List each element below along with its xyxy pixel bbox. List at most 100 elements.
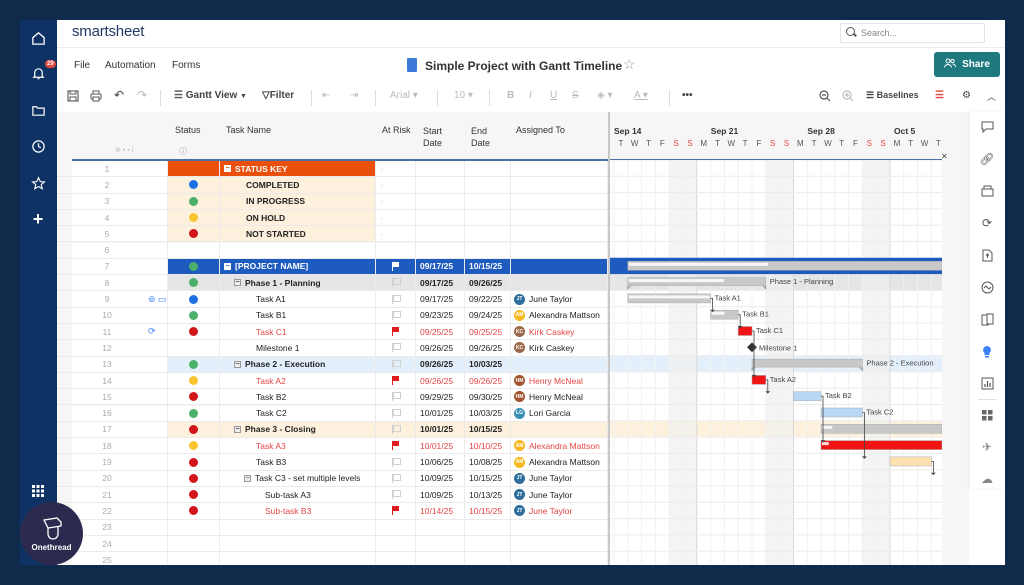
collapse-toolbar-icon[interactable]: ︿ [987, 90, 996, 103]
italic-icon[interactable]: I [529, 90, 532, 101]
cell-name[interactable]: Task A1 [220, 291, 376, 307]
table-row[interactable]: 4 ON HOLD - [57, 209, 608, 227]
cell-end[interactable]: 10/15/25 [465, 503, 511, 519]
flag-outline-icon[interactable] [391, 490, 401, 500]
table-row[interactable]: 6 [57, 242, 608, 259]
proofing-icon[interactable] [980, 184, 994, 198]
cell-assign[interactable] [511, 421, 608, 438]
cell-status[interactable] [168, 552, 220, 565]
cell-name[interactable] [220, 552, 376, 565]
text-color-icon[interactable]: A ▾ [634, 90, 648, 101]
cell-risk[interactable] [376, 552, 416, 565]
column-header-at-risk[interactable]: At Risk [382, 125, 411, 135]
baselines-button[interactable]: ☰ Baselines [866, 90, 919, 101]
cell-risk[interactable] [376, 503, 416, 519]
attachments-icon[interactable]: 🔗︎ [979, 152, 994, 166]
table-row[interactable]: 17 − Phase 3 - Closing 10/01/25 10/15/25 [57, 421, 608, 439]
more-options-icon[interactable]: ••• [682, 90, 693, 101]
cell-risk[interactable] [376, 438, 416, 454]
cell-start[interactable]: 09/26/25 [416, 372, 465, 389]
cell-status[interactable] [168, 226, 220, 242]
cell-start[interactable]: 09/17/25 [416, 275, 465, 291]
publish-icon[interactable] [980, 248, 994, 262]
cell-end[interactable] [465, 177, 511, 193]
column-header-assigned-to[interactable]: Assigned To [516, 125, 565, 135]
cell-assign[interactable]: JT June Taylor [511, 503, 608, 519]
cell-end[interactable] [465, 209, 511, 226]
search-input[interactable]: Search... [840, 23, 985, 43]
close-timeline-icon[interactable]: ✕ [941, 152, 948, 161]
sync-icon[interactable]: ⟳ [148, 326, 156, 337]
at-risk-flag-icon[interactable] [391, 506, 400, 516]
cell-name[interactable] [220, 242, 376, 258]
apps-grid-icon[interactable] [28, 481, 48, 501]
table-row[interactable]: 18 Task A3 10/01/25 10/10/25 AM Alexandra Mat… [57, 438, 608, 455]
sheet-summary-icon[interactable] [980, 312, 994, 326]
table-row[interactable]: 12 Milestone 1 09/26/25 09/26/25 KC Kirk Cask… [57, 340, 608, 357]
cell-name[interactable]: Task A3 [220, 438, 376, 454]
cell-start[interactable]: 10/01/25 [416, 438, 465, 454]
cell-start[interactable] [416, 161, 465, 177]
save-icon[interactable] [67, 90, 79, 105]
collapse-toggle-icon[interactable]: − [244, 474, 251, 482]
cell-end[interactable]: 10/15/25 [465, 421, 511, 438]
flag-outline-icon[interactable] [391, 359, 401, 369]
cell-end[interactable]: 09/26/25 [465, 275, 511, 291]
cell-start[interactable] [416, 535, 465, 552]
flag-outline-icon[interactable] [391, 392, 401, 402]
cell-name[interactable]: − Phase 2 - Execution [220, 356, 376, 372]
cell-status[interactable] [168, 242, 220, 258]
cell-assign[interactable] [511, 209, 608, 226]
connectors-icon[interactable]: ☁ [980, 472, 994, 486]
column-header-end-date[interactable]: End Date [471, 125, 501, 149]
gantt-view-dropdown[interactable]: ☰ Gantt View ▼ [174, 90, 247, 101]
smartsheet-logo[interactable]: smartsheet [72, 23, 144, 40]
cell-risk[interactable] [376, 405, 416, 421]
plus-icon[interactable]: + [28, 209, 48, 229]
cell-start[interactable]: 10/09/25 [416, 470, 465, 486]
filter-button[interactable]: ▽Filter [262, 90, 294, 101]
column-header-status[interactable]: Status [175, 125, 201, 135]
flag-outline-icon[interactable] [391, 310, 401, 320]
zoom-out-icon[interactable] [819, 90, 831, 105]
cell-start[interactable] [416, 552, 465, 565]
cell-risk[interactable] [376, 372, 416, 389]
table-row[interactable]: 20 − Task C3 - set multiple levels 10/09/25… [57, 470, 608, 487]
cell-start[interactable] [416, 209, 465, 226]
table-row[interactable]: 5 NOT STARTED - [57, 226, 608, 243]
cell-end[interactable]: 10/10/25 [465, 438, 511, 454]
cell-status[interactable] [168, 340, 220, 356]
table-row[interactable]: 10 Task B1 09/23/25 09/24/25 AM Alexandra Mat… [57, 307, 608, 324]
cell-status[interactable] [168, 291, 220, 307]
gantt-bar[interactable] [710, 309, 739, 320]
cell-end[interactable]: 09/26/25 [465, 372, 511, 389]
cell-start[interactable] [416, 242, 465, 258]
cell-name[interactable]: − Task C3 - set multiple levels [220, 470, 376, 486]
cell-name[interactable]: Task A2 [220, 372, 376, 389]
favorite-star-icon[interactable]: ☆ [623, 56, 636, 73]
cell-status[interactable] [168, 324, 220, 340]
cell-start[interactable]: 10/01/25 [416, 405, 465, 421]
settings-gear-icon[interactable]: ⚙ [962, 90, 971, 101]
cell-name[interactable]: Sub-task A3 [220, 487, 376, 503]
cell-status[interactable] [168, 193, 220, 209]
cell-assign[interactable] [511, 519, 608, 535]
cell-end[interactable] [465, 519, 511, 535]
redo-icon[interactable]: ↷ [137, 88, 147, 102]
table-row[interactable]: 16 Task C2 10/01/25 10/03/25 LG Lori Garcia [57, 405, 608, 422]
cell-end[interactable]: 10/08/25 [465, 454, 511, 470]
cell-assign[interactable]: AM Alexandra Mattson [511, 438, 608, 454]
cell-start[interactable]: 09/17/25 [416, 291, 465, 307]
cell-name[interactable]: NOT STARTED [220, 226, 376, 242]
at-risk-flag-icon[interactable] [391, 376, 400, 386]
cell-end[interactable] [465, 193, 511, 209]
folder-icon[interactable] [28, 100, 48, 120]
cell-status[interactable] [168, 535, 220, 552]
cell-name[interactable]: IN PROGRESS [220, 193, 376, 209]
activity-log-icon[interactable] [980, 280, 994, 294]
cell-name[interactable]: Task C2 [220, 405, 376, 421]
outdent-icon[interactable]: ⇤ [322, 90, 330, 101]
cell-assign[interactable]: LG Lori Garcia [511, 405, 608, 421]
cell-assign[interactable]: JT June Taylor [511, 470, 608, 486]
gantt-bar[interactable] [820, 407, 863, 418]
